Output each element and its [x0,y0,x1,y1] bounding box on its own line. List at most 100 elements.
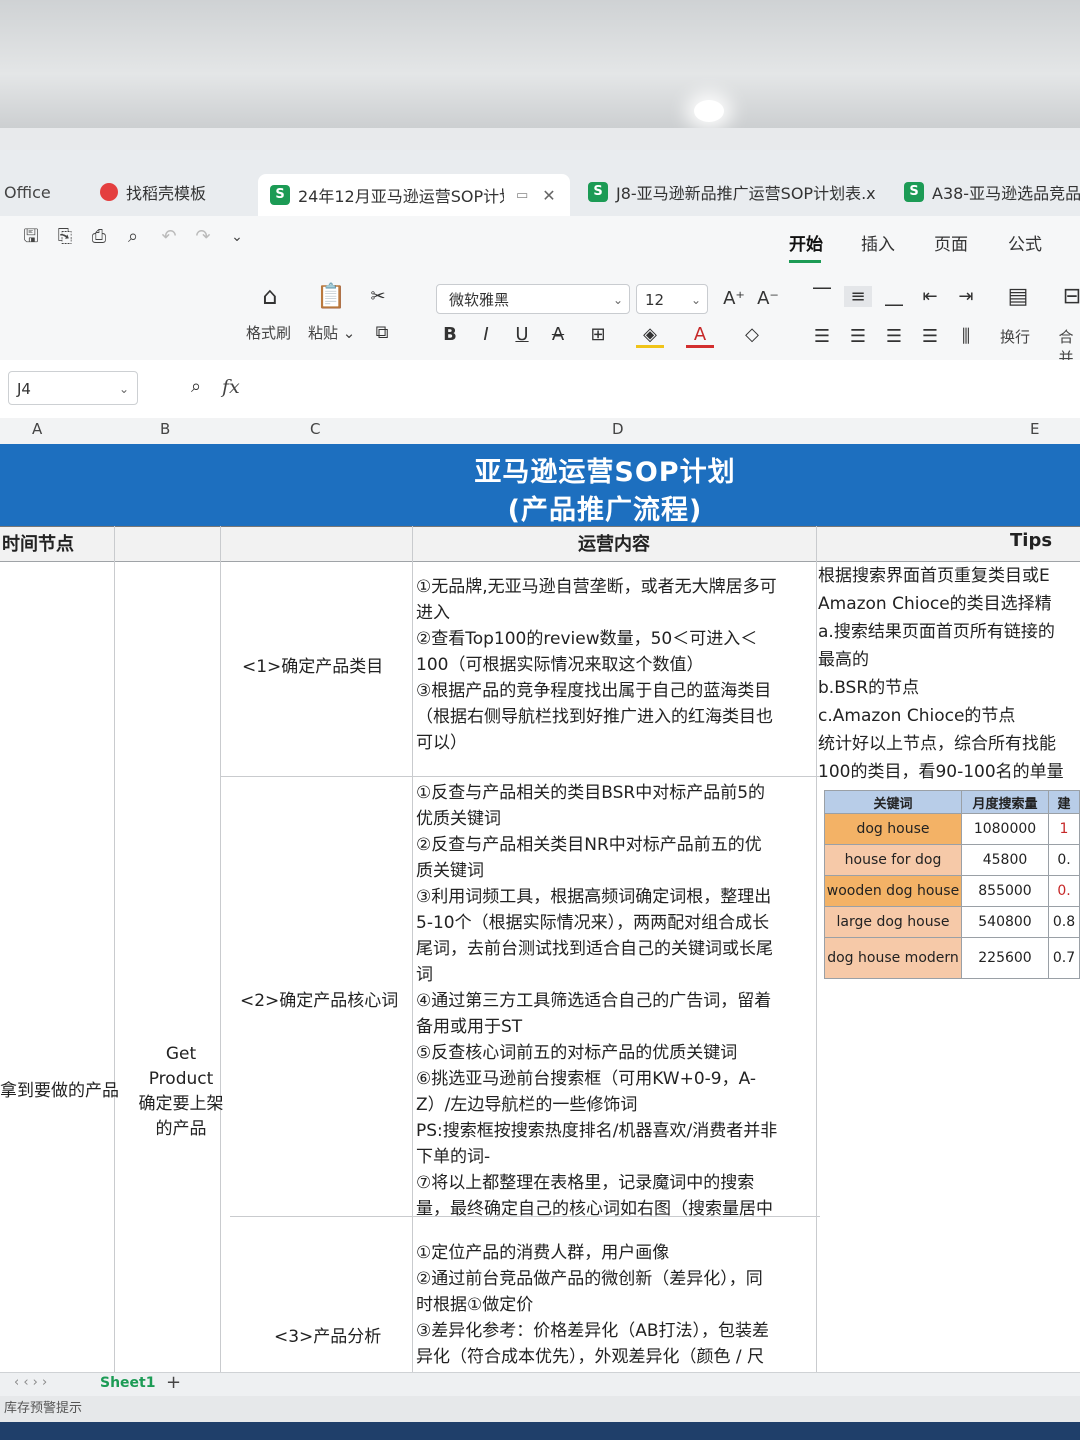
align-middle-icon[interactable]: ≡ [844,286,872,307]
step-label-keywords[interactable]: <2>确定产品核心词 [240,988,398,1014]
step-content-analysis[interactable]: ①定位产品的消费人群，用户画像 ②通过前台竞品做产品的微创新（差异化），同 时根… [416,1240,769,1370]
ceiling-light [694,100,724,122]
clear-format-icon[interactable]: ◇ [738,324,766,345]
chevron-down-icon: ⌄ [690,293,701,307]
menu-formula[interactable]: 公式 [1008,230,1042,255]
align-top-icon[interactable]: ⎺ [808,286,836,307]
column-header-c[interactable]: C [310,420,320,438]
column-header-e[interactable]: E [1030,420,1039,438]
spreadsheet-icon: S [904,182,924,202]
status-inventory-alert[interactable]: 库存预警提示 [4,1396,82,1422]
header-time-node[interactable]: 时间节点 [2,530,74,556]
copy-icon[interactable]: ⧉ [368,322,396,343]
keyword-table-header: 建 [1048,790,1080,814]
chevron-down-icon: ⌄ [118,382,129,396]
tab-office[interactable]: Office [4,174,51,210]
fx-icon[interactable]: fx [222,376,240,398]
tab-docer-templates[interactable]: 找稻壳模板 [100,174,206,210]
cut-icon[interactable]: ✂ [364,286,392,307]
paste-label[interactable]: 粘贴 ⌄ [308,322,355,343]
header-content[interactable]: 运营内容 [578,530,650,556]
spreadsheet-icon: S [270,185,290,205]
wrap-text-label[interactable]: 换行 [1000,326,1030,347]
border-icon[interactable]: ⊞ [584,324,612,345]
align-center-icon[interactable]: ☰ [844,326,872,347]
redo-icon[interactable]: ↷ [192,226,214,248]
grid-line [220,776,820,777]
name-box[interactable]: J4 ⌄ [8,371,138,405]
sheet-nav-arrows-icon[interactable]: ‹ ‹ › › [14,1370,47,1396]
step-label-analysis[interactable]: <3>产品分析 [274,1324,381,1350]
sheet-title: 亚马逊运营SOP计划 [474,457,736,488]
sheet-title-banner[interactable]: 亚马逊运营SOP计划 (产品推广流程) [0,444,1080,526]
tips-content[interactable]: 根据搜索界面首页重复类目或E Amazon Chioce的类目选择精 a.搜索结… [818,562,1080,786]
underline-icon[interactable]: U [508,324,536,345]
menu-home[interactable]: 开始 [789,230,823,255]
table-row: wooden dog house 855000 0. [824,875,1080,907]
column-header-d[interactable]: D [612,420,624,438]
print-icon[interactable]: ⎙ [88,226,110,248]
tab-workbook-a38[interactable]: S A38-亚马逊选品竞品 [904,174,1080,210]
font-size-select[interactable]: 12 ⌄ [636,284,708,314]
share-icon[interactable]: ⎘ [54,226,76,248]
cell-get-product[interactable]: Get Product 确定要上架 的产品 [124,1042,238,1142]
increase-font-icon[interactable]: A⁺ [720,288,748,309]
step-label-category[interactable]: <1>确定产品类目 [242,654,383,680]
step-content-keywords[interactable]: ①反查与产品相关的类目BSR中对标产品前5的 优质关键词 ②反查与产品相关类目N… [416,780,777,1222]
grid-line [114,526,115,1372]
font-color-icon[interactable]: A [686,324,714,348]
chevron-down-icon[interactable]: ⌄ [226,226,248,248]
background-wall [0,0,1080,135]
decrease-indent-icon[interactable]: ⇤ [916,286,944,307]
docer-icon [100,183,118,201]
italic-icon[interactable]: I [472,324,500,345]
decrease-font-icon[interactable]: A⁻ [754,288,782,309]
fill-color-icon[interactable]: ◈ [636,324,664,348]
column-header-a[interactable]: A [32,420,42,438]
header-row [0,526,1080,562]
tab-workbook-j8[interactable]: S J8-亚马逊新品推广运营SOP计划表.x [588,174,876,210]
align-left-icon[interactable]: ☰ [808,326,836,347]
merge-cells-icon[interactable]: ⊟ [1058,284,1080,309]
table-row: dog house modern 225600 0.7 [824,937,1080,979]
keyword-table-header: 月度搜索量 [961,790,1049,814]
justify-icon[interactable]: ☰ [916,326,944,347]
save-icon[interactable]: 🖫 [20,226,42,248]
strikethrough-icon[interactable]: A [544,324,572,345]
header-tips[interactable]: Tips [1010,530,1052,551]
sheet-tab-bar [0,1372,1080,1397]
menu-page[interactable]: 页面 [934,230,968,255]
grid-line [220,526,221,1372]
paste-icon[interactable]: 📋 [316,282,346,310]
font-name-select[interactable]: 微软雅黑 ⌄ [436,284,630,314]
sheet-subtitle: (产品推广流程) [507,495,703,526]
tab-active-workbook[interactable]: S 24年12月亚马逊运营SOP计划 ▭ ✕ [258,174,570,216]
print-preview-icon[interactable]: ⌕ [122,226,144,248]
sheet-tab-sheet1[interactable]: Sheet1 [100,1370,155,1396]
column-header-b[interactable]: B [160,420,170,438]
step-content-category[interactable]: ①无品牌,无亚马逊自营垄断，或者无大牌居多可 进入 ②查看Top100的revi… [416,574,777,756]
monitor-bezel [0,128,1080,151]
align-right-icon[interactable]: ☰ [880,326,908,347]
window-icon[interactable]: ▭ [516,188,528,203]
increase-indent-icon[interactable]: ⇥ [952,286,980,307]
table-row: dog house 1080000 1 [824,813,1080,845]
format-painter-icon[interactable]: ⌂ [256,282,284,310]
active-menu-indicator [789,260,821,263]
bold-icon[interactable]: B [436,324,464,345]
distributed-icon[interactable]: ⫼ [952,326,980,347]
grid-line [816,526,817,1372]
table-row: house for dog 45800 0. [824,844,1080,876]
os-taskbar [0,1422,1080,1440]
close-icon[interactable]: ✕ [542,186,555,205]
format-painter-label[interactable]: 格式刷 [246,322,291,343]
add-sheet-icon[interactable]: + [166,1370,181,1396]
menu-insert[interactable]: 插入 [861,230,895,255]
ribbon [0,268,1080,361]
align-bottom-icon[interactable]: ⎽ [880,286,908,307]
undo-icon[interactable]: ↶ [158,226,180,248]
keyword-table[interactable]: 关键词 月度搜索量 建 dog house 1080000 1 house fo… [824,790,1080,979]
wrap-text-icon[interactable]: ▤ [1004,284,1032,309]
zoom-icon[interactable]: ⌕ [182,376,210,397]
cell-time-node[interactable]: 拿到要做的产品 [0,1078,119,1104]
